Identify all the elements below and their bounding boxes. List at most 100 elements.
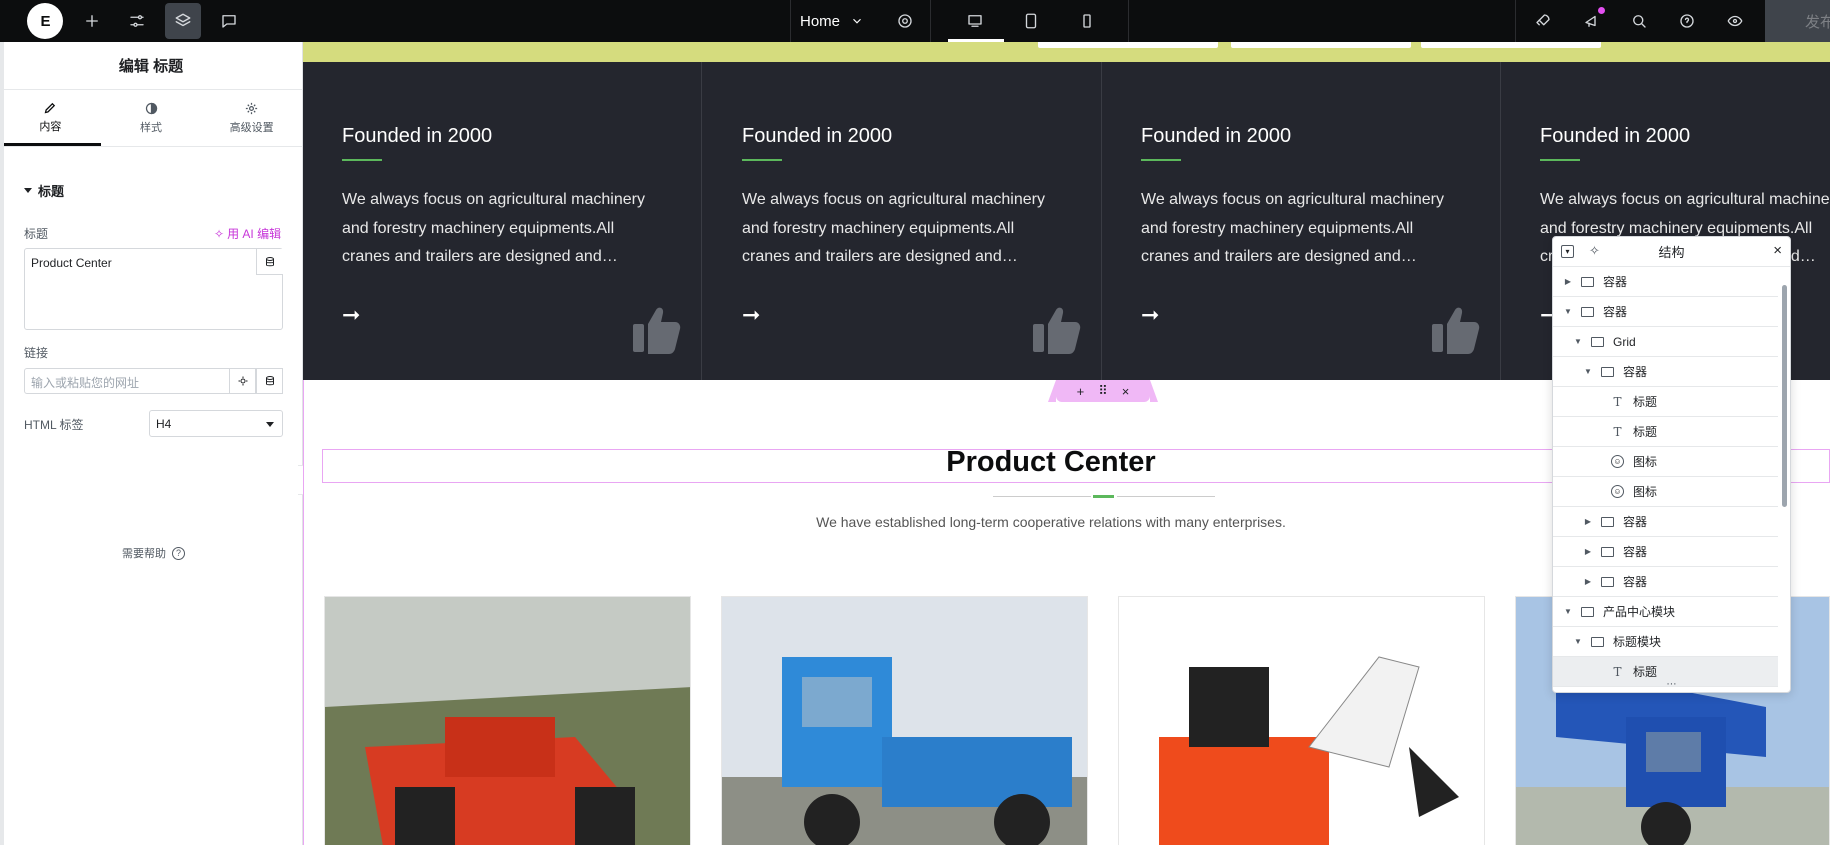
arrow-right-icon[interactable]: ➞ [342,302,360,328]
section-heading-toggle[interactable]: 标题 [24,181,64,200]
arrow-right-icon[interactable]: ➞ [1141,302,1159,328]
ai-edit-link[interactable]: ✧ 用 AI 编辑 [214,225,281,242]
card-accent-bar [1141,159,1181,161]
expand-toggle-icon[interactable]: ▼ [1563,607,1573,616]
navigator-item-label: 标题 [1633,425,1658,439]
database-icon [265,376,274,386]
navigator-item[interactable]: ☺ 图标 [1553,447,1778,477]
expand-toggle-icon[interactable]: ▼ [1563,307,1573,316]
navigator-item[interactable]: ▼ Grid [1553,327,1778,357]
add-section-icon[interactable]: + [1077,384,1085,399]
page-settings-icon[interactable] [887,3,923,39]
tablet-device-icon[interactable] [1013,3,1049,39]
link-options-button[interactable] [229,368,256,394]
navigator-item-label: 容器 [1623,365,1648,379]
navigator-item[interactable]: ▶ 容器 [1553,567,1778,597]
product-image-mower[interactable] [324,596,691,845]
delete-section-icon[interactable]: × [1122,384,1130,399]
navigator-item-label: 容器 [1623,515,1648,529]
caret-down-icon [24,188,32,193]
page-selector-label: Home [800,12,841,30]
publish-button[interactable]: 发布 [1765,0,1830,42]
comments-icon[interactable] [211,3,247,39]
navigator-item-label: 容器 [1623,575,1648,589]
navigator-item[interactable]: ▼ 标题模块 [1553,627,1778,657]
help-link[interactable]: 需要帮助? [122,545,185,561]
navigator-title: 结构 [1658,245,1685,260]
link-dynamic-tags-button[interactable] [256,368,283,394]
feature-card[interactable]: Founded in 2000 We always focus on agric… [703,62,1102,380]
tab-content[interactable]: 内容 [0,90,101,146]
expand-toggle-icon[interactable]: ▼ [1583,367,1593,376]
html-tag-label: HTML 标签 [24,418,84,432]
tab-advanced[interactable]: 高级设置 [201,90,302,146]
card-title: Founded in 2000 [1540,125,1691,147]
navigator-item-label: 标题 [1633,395,1658,409]
page-selector[interactable]: Home [800,0,864,42]
icon-widget-icon: ☺ [1611,485,1624,498]
navigator-scrollbar[interactable] [1782,285,1787,507]
collapse-all-icon[interactable]: ▾ [1561,245,1574,258]
product-image-tractor-truck[interactable] [721,596,1088,845]
navigator-item[interactable]: T 标题 [1553,417,1778,447]
feature-card[interactable]: Founded in 2000 We always focus on agric… [303,62,702,380]
help-label: 需要帮助 [122,548,166,560]
question-icon: ? [172,546,185,560]
expand-toggle-icon[interactable]: ▶ [1563,277,1573,286]
container-icon [1601,576,1614,587]
add-element-icon[interactable] [74,3,110,39]
expand-toggle-icon[interactable]: ▶ [1583,547,1593,556]
rocket-icon[interactable] [1525,3,1561,39]
drag-handle-icon[interactable]: ⠿ [1098,383,1108,399]
publish-label: 发布 [1805,13,1830,31]
title-field-label: 标题 [24,227,49,241]
panel-tabs: 内容 样式 高级设置 [0,90,302,147]
site-settings-icon[interactable] [119,3,155,39]
preview-eye-icon[interactable] [1717,3,1753,39]
navigator-item[interactable]: ▼ 产品中心模块 [1553,597,1778,627]
notification-dot [1598,7,1605,14]
navigator-item[interactable]: ▶ 容器 [1553,537,1778,567]
heading-icon: T [1613,664,1622,679]
navigator-item[interactable]: ▼ 容器 [1553,297,1778,327]
product-image-excavator[interactable] [1118,596,1485,845]
elementor-logo[interactable]: E [27,3,63,39]
navigator-item[interactable]: ▶ 容器 [1553,267,1778,297]
close-icon[interactable]: × [1773,242,1782,259]
navigator-item-label: 标题模块 [1613,635,1662,649]
link-url-input[interactable]: 输入或粘贴您的网址 [24,368,230,394]
container-icon [1581,606,1594,617]
expand-toggle-icon[interactable]: ▼ [1573,637,1583,646]
navigator-item-label: 标题 [1633,665,1658,679]
expand-toggle-icon[interactable]: ▶ [1583,517,1593,526]
search-icon[interactable] [1621,3,1657,39]
gear-icon [238,376,247,386]
expand-toggle-icon[interactable]: ▶ [1583,577,1593,586]
panel-title: 编辑 标题 [0,42,302,90]
whats-new-icon[interactable] [1574,3,1610,39]
tab-style[interactable]: 样式 [101,90,202,146]
pencil-icon [44,102,55,113]
title-textarea[interactable]: Product Center [24,248,283,330]
feature-card[interactable]: Founded in 2000 We always focus on agric… [1102,62,1501,380]
html-tag-select[interactable]: H4 [149,410,283,437]
navigator-item[interactable]: ▶ 容器 [1553,507,1778,537]
section-handle[interactable]: + ⠿ × [1048,380,1158,402]
navigator-item[interactable]: ☺ 图标 [1553,477,1778,507]
structure-layers-icon[interactable] [165,3,201,39]
navigator-item-label: 容器 [1603,305,1628,319]
help-icon[interactable] [1669,3,1705,39]
mobile-device-icon[interactable] [1069,3,1105,39]
navigator-item-label: 图标 [1633,455,1658,469]
navigator-item[interactable]: T 标题 [1553,387,1778,417]
dynamic-tags-button[interactable] [256,249,283,275]
card-accent-bar [1540,159,1580,161]
sparkle-icon[interactable]: ✧ [1589,243,1600,259]
resize-handle[interactable]: ⋯ [1553,680,1790,692]
expand-toggle-icon[interactable]: ▼ [1573,337,1583,346]
desktop-device-icon[interactable] [957,3,993,39]
navigator-item[interactable]: ▼ 容器 [1553,357,1778,387]
arrow-right-icon[interactable]: ➞ [742,302,760,328]
navigator-item-label: 容器 [1623,545,1648,559]
container-icon [1601,516,1614,527]
